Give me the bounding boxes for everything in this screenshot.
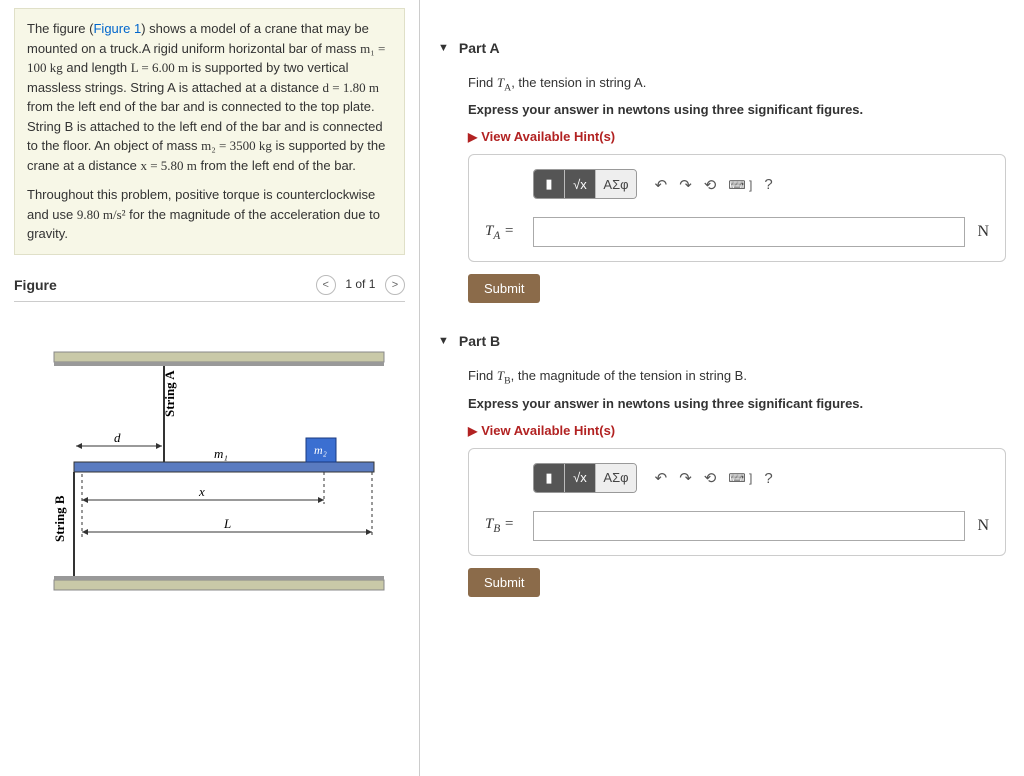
part-a-submit-button[interactable]: Submit bbox=[468, 274, 540, 303]
problem-text: The figure ( bbox=[27, 21, 93, 36]
left-column: The figure (Figure 1) shows a model of a… bbox=[0, 0, 420, 776]
redo-icon[interactable]: ↷ bbox=[679, 176, 692, 194]
part-b-submit-button[interactable]: Submit bbox=[468, 568, 540, 597]
figure-diagram: String A String B m₂ d m₁ bbox=[14, 322, 405, 605]
tool-sqrt-icon[interactable]: √x bbox=[565, 170, 596, 198]
formula-toolbar: ▮ √x ΑΣφ bbox=[533, 169, 637, 199]
help-icon[interactable]: ? bbox=[764, 470, 772, 487]
undo-icon[interactable]: ↶ bbox=[655, 469, 668, 487]
part-b-hints-link[interactable]: ▶View Available Hint(s) bbox=[468, 423, 1006, 438]
part-b-answer-input[interactable] bbox=[533, 511, 965, 541]
m1-label: m₁ bbox=[214, 446, 228, 461]
figure-count: 1 of 1 bbox=[345, 277, 375, 291]
formula-toolbar: ▮ √x ΑΣφ bbox=[533, 463, 637, 493]
string-b-label: String B bbox=[52, 495, 67, 542]
reset-icon[interactable]: ⟲ bbox=[704, 469, 717, 487]
figure-link[interactable]: Figure 1 bbox=[93, 21, 141, 36]
collapse-icon[interactable]: ▼ bbox=[438, 42, 449, 54]
help-icon[interactable]: ? bbox=[764, 176, 772, 193]
next-figure-button[interactable]: > bbox=[385, 275, 405, 295]
figure-header: Figure < 1 of 1 > bbox=[14, 275, 405, 302]
l-label: L bbox=[223, 516, 231, 531]
part-b-answer-label: TB = bbox=[485, 516, 533, 535]
keyboard-icon[interactable]: ⌨ ] bbox=[728, 178, 752, 192]
x-label: x bbox=[198, 484, 205, 499]
figure-heading: Figure bbox=[14, 277, 57, 293]
part-b-title: Part B bbox=[459, 333, 500, 349]
part-a-title: Part A bbox=[459, 40, 500, 56]
problem-statement: The figure (Figure 1) shows a model of a… bbox=[14, 8, 405, 255]
right-column: ▼ Part A Find TA, the tension in string … bbox=[420, 0, 1024, 776]
tool-sqrt-icon[interactable]: √x bbox=[565, 464, 596, 492]
part-a-answer-label: TA = bbox=[485, 223, 533, 242]
prev-figure-button[interactable]: < bbox=[316, 275, 336, 295]
part-a-answer-box: ▮ √x ΑΣφ ↶ ↷ ⟲ ⌨ ] ? TA = bbox=[468, 154, 1006, 262]
part-b-answer-box: ▮ √x ΑΣφ ↶ ↷ ⟲ ⌨ ] ? TB = bbox=[468, 448, 1006, 556]
redo-icon[interactable]: ↷ bbox=[679, 469, 692, 487]
part-a-express: Express your answer in newtons using thr… bbox=[468, 101, 1006, 119]
tool-template-icon[interactable]: ▮ bbox=[534, 464, 565, 492]
part-a: ▼ Part A Find TA, the tension in string … bbox=[438, 40, 1006, 303]
part-b-express: Express your answer in newtons using thr… bbox=[468, 395, 1006, 413]
m2-label: m₂ bbox=[314, 443, 327, 457]
tool-template-icon[interactable]: ▮ bbox=[534, 170, 565, 198]
part-a-answer-input[interactable] bbox=[533, 217, 965, 247]
d-label: d bbox=[114, 430, 121, 445]
collapse-icon[interactable]: ▼ bbox=[438, 335, 449, 347]
part-b-unit: N bbox=[977, 517, 989, 535]
tool-greek-icon[interactable]: ΑΣφ bbox=[596, 170, 636, 198]
part-b-prompt: Find TB, the magnitude of the tension in… bbox=[468, 367, 1006, 388]
string-a-label: String A bbox=[162, 369, 177, 416]
undo-icon[interactable]: ↶ bbox=[655, 176, 668, 194]
part-a-unit: N bbox=[977, 223, 989, 241]
reset-icon[interactable]: ⟲ bbox=[704, 176, 717, 194]
tool-greek-icon[interactable]: ΑΣφ bbox=[596, 464, 636, 492]
keyboard-icon[interactable]: ⌨ ] bbox=[728, 471, 752, 485]
part-a-prompt: Find TA, the tension in string A. bbox=[468, 74, 1006, 95]
part-b: ▼ Part B Find TB, the magnitude of the t… bbox=[438, 333, 1006, 596]
part-a-hints-link[interactable]: ▶View Available Hint(s) bbox=[468, 129, 1006, 144]
